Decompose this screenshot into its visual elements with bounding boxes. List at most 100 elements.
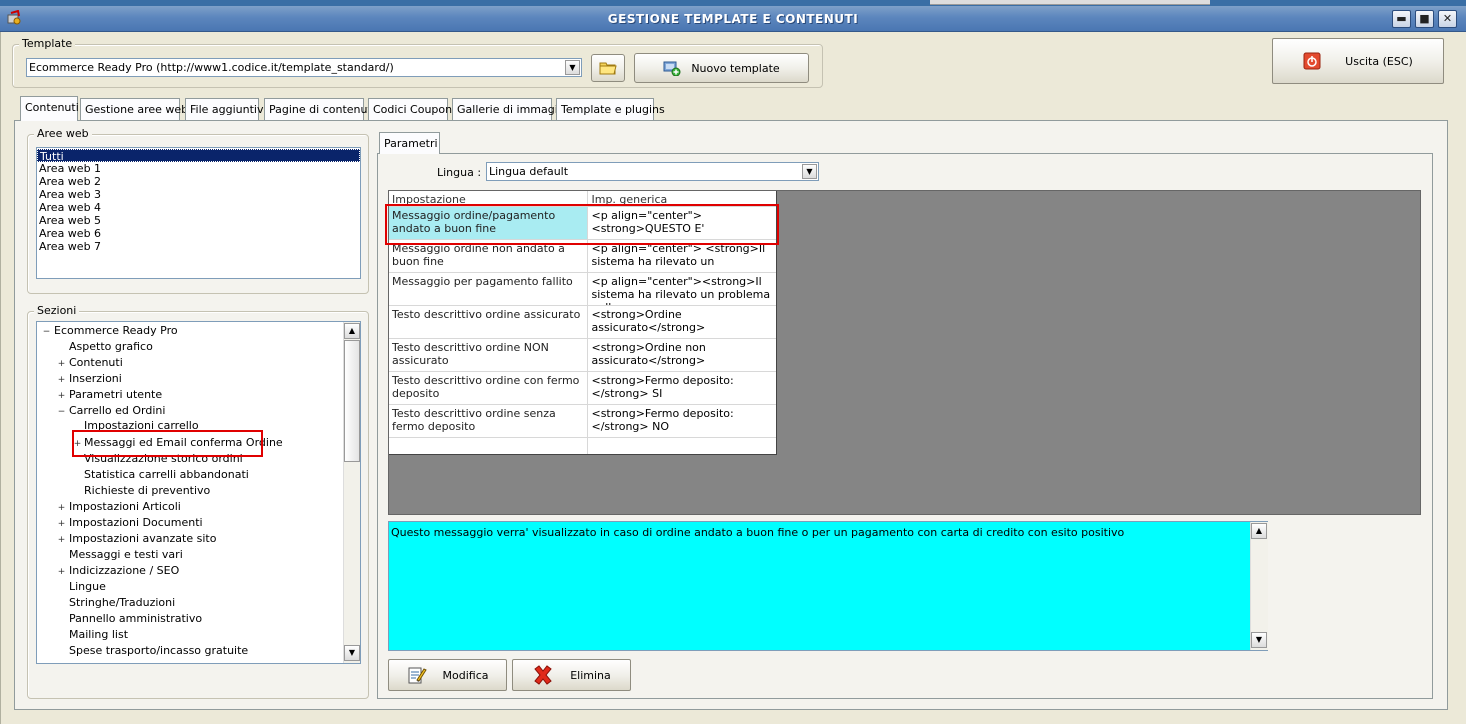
tab-pagine-di-contenuti[interactable]: Pagine di contenuti bbox=[264, 98, 375, 120]
tree-item-mailing-list[interactable]: Mailing list bbox=[69, 628, 128, 642]
maximize-button[interactable]: ■ bbox=[1415, 10, 1434, 28]
row-setting-name: Testo descrittivo ordine assicurato bbox=[389, 306, 589, 338]
tree-item-impostazioni-documenti[interactable]: Impostazioni Documenti bbox=[69, 516, 203, 530]
list-item[interactable]: Area web 2 bbox=[37, 175, 360, 188]
scroll-down-icon[interactable]: ▼ bbox=[344, 645, 360, 661]
highlight-box-grid-row bbox=[385, 204, 779, 245]
list-item[interactable]: Area web 1 bbox=[37, 162, 360, 175]
elimina-label: Elimina bbox=[570, 668, 611, 682]
list-item[interactable]: Tutti bbox=[37, 149, 360, 163]
lingua-label: Lingua : bbox=[437, 166, 482, 179]
row-setting-name: Testo descrittivo ordine con fermo depos… bbox=[389, 372, 589, 404]
elimina-button[interactable]: Elimina bbox=[512, 659, 631, 691]
tree-expander-icon[interactable]: − bbox=[42, 328, 51, 337]
tree-item-indicizzazione-seo[interactable]: Indicizzazione / SEO bbox=[69, 564, 179, 578]
tree-item-stringhe-traduzioni[interactable]: Stringhe/Traduzioni bbox=[69, 596, 175, 610]
tree-expander-icon[interactable]: + bbox=[57, 504, 66, 513]
sezioni-label: Sezioni bbox=[34, 304, 80, 317]
tree-expander-icon[interactable]: + bbox=[57, 536, 66, 545]
row-setting-value[interactable]: <strong>Ordine non assicurato</strong> bbox=[588, 339, 776, 371]
tree-expander-icon[interactable]: + bbox=[57, 568, 66, 577]
description-text: Questo messaggio verra' visualizzato in … bbox=[391, 526, 1125, 539]
tree-item-impostazioni-avanzate[interactable]: Impostazioni avanzate sito bbox=[69, 532, 216, 546]
tab-contenuti[interactable]: Contenuti bbox=[20, 96, 79, 121]
sezioni-scrollbar[interactable]: ▲ ▼ bbox=[343, 322, 360, 663]
row-setting-value[interactable] bbox=[588, 438, 776, 454]
tab-gestione-aree-web[interactable]: Gestione aree web bbox=[80, 98, 188, 120]
tree-expander-icon[interactable]: + bbox=[57, 376, 66, 385]
edit-icon bbox=[408, 667, 427, 684]
new-template-label: Nuovo template bbox=[691, 61, 780, 75]
tree-item-ecommerce-ready-pro[interactable]: Ecommerce Ready Pro bbox=[54, 324, 178, 338]
highlight-box-tree bbox=[72, 430, 263, 457]
row-setting-value[interactable]: <p align="center"><strong>Il sistema ha … bbox=[588, 273, 776, 305]
description-textarea[interactable]: Questo messaggio verra' visualizzato in … bbox=[388, 521, 1268, 651]
row-setting-name: Messaggio per pagamento fallito bbox=[389, 273, 589, 305]
aree-web-list[interactable]: Tutti Area web 1 Area web 2 Area web 3 A… bbox=[36, 147, 361, 279]
open-folder-button[interactable] bbox=[591, 54, 625, 82]
template-group-label: Template bbox=[19, 37, 76, 50]
row-setting-value[interactable]: <strong>Ordine assicurato</strong> bbox=[588, 306, 776, 338]
tab-parametri[interactable]: Parametri bbox=[379, 132, 440, 154]
tree-item-inserzioni[interactable]: Inserzioni bbox=[69, 372, 122, 386]
aree-web-label: Aree web bbox=[34, 127, 92, 140]
chevron-down-icon[interactable]: ▼ bbox=[565, 60, 580, 75]
list-item[interactable]: Area web 5 bbox=[37, 214, 360, 227]
list-item[interactable]: Area web 6 bbox=[37, 227, 360, 240]
tree-expander-icon[interactable]: + bbox=[57, 360, 66, 369]
table-row[interactable]: Messaggio per pagamento fallito <p align… bbox=[389, 273, 776, 306]
tree-item-contenuti[interactable]: Contenuti bbox=[69, 356, 123, 370]
tab-template-e-plugins[interactable]: Template e plugins bbox=[556, 98, 665, 120]
tree-item-aspetto-grafico[interactable]: Aspetto grafico bbox=[69, 340, 153, 354]
tree-expander-icon[interactable]: + bbox=[57, 392, 66, 401]
list-item[interactable]: Area web 4 bbox=[37, 201, 360, 214]
tree-item-statistica-carrelli[interactable]: Statistica carrelli abbandonati bbox=[84, 468, 249, 482]
delete-icon bbox=[534, 665, 552, 685]
tree-item-lingue[interactable]: Lingue bbox=[69, 580, 106, 594]
template-select[interactable]: Ecommerce Ready Pro (http://www1.codice.… bbox=[26, 58, 582, 77]
tab-gallerie-di-immagini[interactable]: Gallerie di immagini bbox=[452, 98, 568, 120]
lingua-select[interactable]: Lingua default ▼ bbox=[486, 162, 819, 181]
lingua-select-value: Lingua default bbox=[489, 165, 569, 178]
exit-button[interactable]: Uscita (ESC) bbox=[1272, 38, 1444, 84]
tree-item-richieste-preventivo[interactable]: Richieste di preventivo bbox=[84, 484, 210, 498]
title-bar: GESTIONE TEMPLATE E CONTENUTI ▬ ■ ✕ bbox=[0, 6, 1466, 32]
template-select-value: Ecommerce Ready Pro (http://www1.codice.… bbox=[29, 61, 394, 74]
tree-item-pannello-amministrativo[interactable]: Pannello amministrativo bbox=[69, 612, 202, 626]
scroll-up-icon[interactable]: ▲ bbox=[344, 323, 360, 339]
list-item[interactable]: Area web 7 bbox=[37, 240, 360, 253]
background-window-edge bbox=[930, 0, 1210, 5]
row-setting-value[interactable]: <strong>Fermo deposito:</strong> NO bbox=[588, 405, 776, 437]
tab-codici-coupon[interactable]: Codici Coupon bbox=[368, 98, 452, 120]
tab-file-aggiuntivi[interactable]: File aggiuntivi bbox=[185, 98, 267, 120]
tree-item-impostazioni-articoli[interactable]: Impostazioni Articoli bbox=[69, 500, 181, 514]
folder-icon bbox=[599, 62, 617, 75]
modifica-button[interactable]: Modifica bbox=[388, 659, 507, 691]
description-scrollbar[interactable]: ▲ ▼ bbox=[1250, 522, 1268, 650]
sezioni-tree[interactable]: − Ecommerce Ready Pro Aspetto grafico + … bbox=[36, 321, 361, 664]
table-row[interactable]: Testo descrittivo ordine assicurato <str… bbox=[389, 306, 776, 339]
row-setting-value[interactable]: <strong>Fermo deposito:</strong> SI bbox=[588, 372, 776, 404]
close-button[interactable]: ✕ bbox=[1438, 10, 1457, 28]
row-setting-name: Testo descrittivo ordine senza fermo dep… bbox=[389, 405, 589, 437]
table-row-empty[interactable] bbox=[389, 438, 776, 454]
tree-item-parametri-utente[interactable]: Parametri utente bbox=[69, 388, 162, 402]
tree-expander-icon[interactable]: + bbox=[57, 520, 66, 529]
table-row[interactable]: Testo descrittivo ordine con fermo depos… bbox=[389, 372, 776, 405]
scroll-up-icon[interactable]: ▲ bbox=[1251, 523, 1267, 539]
tree-expander-icon[interactable]: − bbox=[57, 408, 66, 417]
minimize-button[interactable]: ▬ bbox=[1392, 10, 1411, 28]
table-row[interactable]: Testo descrittivo ordine senza fermo dep… bbox=[389, 405, 776, 438]
chevron-down-icon[interactable]: ▼ bbox=[802, 164, 817, 179]
new-template-button[interactable]: Nuovo template bbox=[634, 53, 809, 83]
tree-item-carrello-ed-ordini[interactable]: Carrello ed Ordini bbox=[69, 404, 165, 418]
tree-item-messaggi-testi-vari[interactable]: Messaggi e testi vari bbox=[69, 548, 183, 562]
tree-item-spese-trasporto[interactable]: Spese trasporto/incasso gratuite bbox=[69, 644, 248, 658]
add-template-icon bbox=[663, 61, 681, 76]
modifica-label: Modifica bbox=[442, 668, 489, 682]
list-item[interactable]: Area web 3 bbox=[37, 188, 360, 201]
table-row[interactable]: Testo descrittivo ordine NON assicurato … bbox=[389, 339, 776, 372]
scroll-down-icon[interactable]: ▼ bbox=[1251, 632, 1267, 648]
scroll-thumb[interactable] bbox=[344, 340, 360, 462]
window-title: GESTIONE TEMPLATE E CONTENUTI bbox=[607, 12, 859, 26]
